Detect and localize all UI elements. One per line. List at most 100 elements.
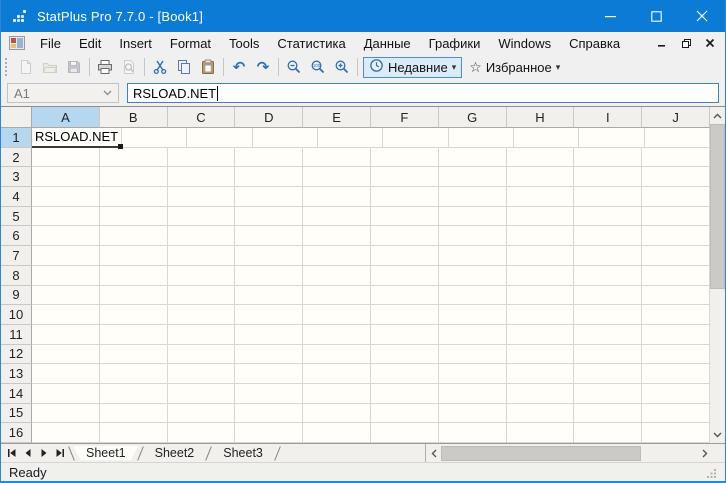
cell-I3[interactable] (574, 167, 643, 188)
cell-D2[interactable] (235, 147, 304, 168)
cell-A8[interactable] (32, 265, 100, 286)
cell-A2[interactable] (32, 147, 100, 168)
cell-D3[interactable] (235, 167, 304, 188)
cell-I12[interactable] (574, 344, 643, 365)
cell-G6[interactable] (438, 226, 507, 247)
cell-G16[interactable] (438, 423, 507, 443)
cell-A1[interactable]: RSLOAD.NET (32, 128, 124, 149)
cell-A15[interactable] (32, 403, 100, 424)
sheet-tab-sheet2[interactable]: Sheet2 (142, 446, 208, 460)
row-header-12[interactable]: 12 (1, 344, 32, 365)
zoom-out-button[interactable] (282, 56, 306, 78)
cell-C11[interactable] (167, 324, 236, 345)
cell-F5[interactable] (370, 206, 439, 227)
menu-item-tools[interactable]: Tools (220, 32, 268, 54)
vertical-scrollbar-track[interactable] (710, 289, 725, 426)
row-header-4[interactable]: 4 (1, 187, 32, 207)
cell-D15[interactable] (235, 403, 304, 424)
cell-D14[interactable] (235, 383, 304, 404)
cell-C16[interactable] (167, 423, 236, 443)
cell-I5[interactable] (574, 206, 643, 227)
cell-H9[interactable] (506, 285, 575, 306)
column-header-G[interactable]: G (438, 107, 507, 128)
row-header-8[interactable]: 8 (1, 265, 32, 286)
cell-J9[interactable] (642, 285, 710, 306)
menu-item-edit[interactable]: Edit (70, 32, 110, 54)
cell-G11[interactable] (438, 324, 507, 345)
row-header-14[interactable]: 14 (1, 383, 32, 404)
cell-I4[interactable] (574, 187, 643, 207)
cell-E4[interactable] (303, 187, 371, 207)
menu-item-insert[interactable]: Insert (110, 32, 161, 54)
row-header-1[interactable]: 1 (1, 128, 32, 148)
menu-item-format[interactable]: Format (161, 32, 220, 54)
horizontal-scrollbar-thumb[interactable] (441, 445, 641, 461)
cell-G9[interactable] (438, 285, 507, 306)
scroll-left-button[interactable] (426, 445, 441, 462)
paste-button[interactable] (196, 56, 220, 78)
maximize-button[interactable] (633, 0, 679, 32)
cell-I7[interactable] (574, 246, 643, 266)
cell-B7[interactable] (99, 246, 168, 266)
cell-A4[interactable] (32, 187, 100, 207)
menu-item-данные[interactable]: Данные (355, 32, 420, 54)
cell-E3[interactable] (303, 167, 371, 188)
cell-J2[interactable] (642, 147, 710, 168)
first-sheet-button[interactable] (4, 445, 19, 461)
mdi-minimize-button[interactable] (655, 36, 669, 50)
toolbar-grip-handle[interactable] (5, 58, 9, 76)
cell-H8[interactable] (506, 265, 575, 286)
cell-B10[interactable] (99, 305, 168, 325)
print-button[interactable] (93, 56, 117, 78)
cell-J15[interactable] (642, 403, 710, 424)
cell-E13[interactable] (303, 364, 371, 384)
cell-F14[interactable] (370, 383, 439, 404)
column-header-H[interactable]: H (506, 107, 575, 128)
row-header-3[interactable]: 3 (1, 167, 32, 188)
cell-G1[interactable] (448, 128, 515, 148)
cell-I10[interactable] (574, 305, 643, 325)
cell-A6[interactable] (32, 226, 100, 247)
cell-J12[interactable] (642, 344, 710, 365)
cell-H12[interactable] (506, 344, 575, 365)
cell-D16[interactable] (235, 423, 304, 443)
cell-D13[interactable] (235, 364, 304, 384)
cell-B1[interactable] (122, 128, 188, 148)
scroll-right-button[interactable] (697, 445, 712, 462)
cell-J11[interactable] (642, 324, 710, 345)
cell-name-box[interactable]: A1 (7, 83, 119, 103)
cell-G5[interactable] (438, 206, 507, 227)
cell-H2[interactable] (506, 147, 575, 168)
cell-H13[interactable] (506, 364, 575, 384)
cell-I1[interactable] (579, 128, 645, 148)
cell-A5[interactable] (32, 206, 100, 227)
row-header-16[interactable]: 16 (1, 423, 32, 443)
column-header-B[interactable]: B (99, 107, 168, 128)
next-sheet-button[interactable] (36, 445, 51, 461)
cell-G8[interactable] (438, 265, 507, 286)
cell-C14[interactable] (167, 383, 236, 404)
cell-F16[interactable] (370, 423, 439, 443)
row-header-6[interactable]: 6 (1, 226, 32, 247)
cell-I2[interactable] (574, 147, 643, 168)
menu-item-статистика[interactable]: Статистика (268, 32, 354, 54)
cell-E12[interactable] (303, 344, 371, 365)
cell-C10[interactable] (167, 305, 236, 325)
cell-F3[interactable] (370, 167, 439, 188)
row-header-11[interactable]: 11 (1, 324, 32, 345)
cell-J14[interactable] (642, 383, 710, 404)
zoom-100-button[interactable]: 100 (306, 56, 330, 78)
cell-F6[interactable] (370, 226, 439, 247)
cell-H14[interactable] (506, 383, 575, 404)
cell-B14[interactable] (99, 383, 168, 404)
cell-A3[interactable] (32, 167, 100, 188)
cell-C6[interactable] (167, 226, 236, 247)
cell-J1[interactable] (644, 128, 710, 148)
horizontal-scrollbar[interactable] (426, 444, 712, 462)
cell-D5[interactable] (235, 206, 304, 227)
cell-H16[interactable] (506, 423, 575, 443)
cell-G14[interactable] (438, 383, 507, 404)
menu-item-file[interactable]: File (31, 32, 70, 54)
menu-item-графики[interactable]: Графики (420, 32, 490, 54)
cell-E8[interactable] (303, 265, 371, 286)
